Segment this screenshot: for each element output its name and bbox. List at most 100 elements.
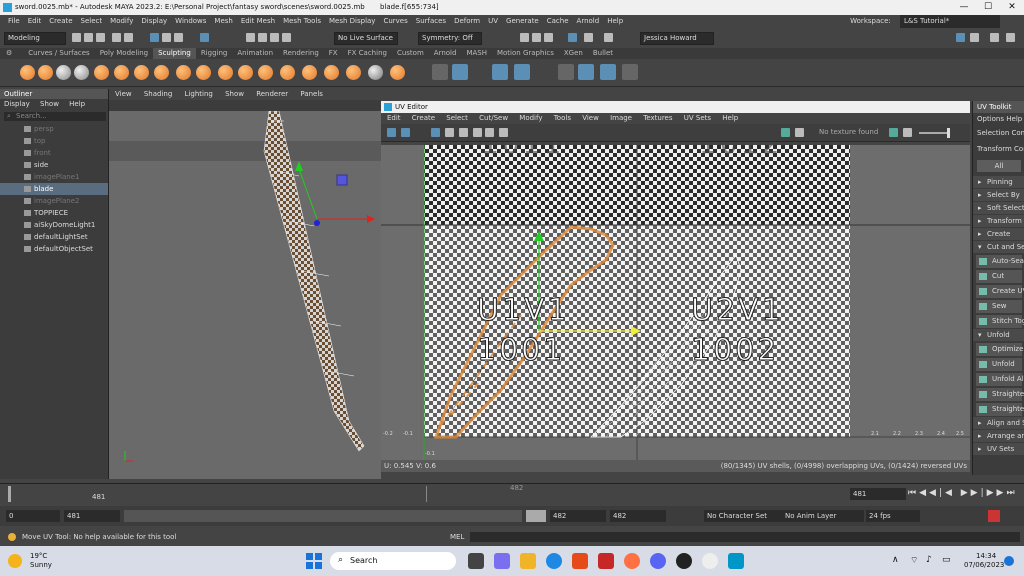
fill-tool-icon[interactable] — [258, 65, 273, 80]
uv-menu-cut-sew[interactable]: Cut/Sew — [479, 114, 508, 122]
notification-badge[interactable] — [1004, 556, 1014, 566]
discord-icon[interactable] — [650, 553, 666, 569]
shelf-tab-poly-modeling[interactable]: Poly Modeling — [95, 48, 153, 59]
save-scene-icon[interactable] — [96, 33, 105, 42]
transform-constraint[interactable]: Transform Constraint — [973, 141, 1024, 157]
shelf-tab-custom[interactable]: Custom — [392, 48, 429, 59]
teams-icon[interactable] — [494, 553, 510, 569]
uv-toolkit-section[interactable]: UV Sets — [973, 443, 1024, 455]
bulge-tool-icon[interactable] — [324, 65, 339, 80]
office-icon[interactable] — [572, 553, 588, 569]
show-hidden-icons-icon[interactable]: ∧ — [892, 555, 899, 565]
convert-to-frozen-icon[interactable] — [390, 65, 405, 80]
render-icon[interactable] — [520, 33, 529, 42]
camera-snapshot-icon[interactable] — [499, 128, 508, 137]
workspace-selector[interactable]: Workspace: L&S Tutorial* — [846, 15, 1004, 28]
uv-toolkit-section[interactable]: Soft Selection — [973, 202, 1024, 214]
menu-item-modify[interactable]: Modify — [110, 17, 133, 25]
freeze-tool-icon[interactable] — [368, 65, 383, 80]
uv-toolkit-section[interactable]: Transform — [973, 215, 1024, 227]
shelf-settings-icon[interactable]: ⚙ — [0, 48, 18, 59]
github-icon[interactable] — [676, 553, 692, 569]
redo-icon[interactable] — [124, 33, 133, 42]
spray-tool-icon[interactable] — [154, 65, 169, 80]
command-line-input[interactable] — [470, 532, 1020, 542]
fps-dropdown[interactable]: 24 fps — [866, 510, 920, 522]
uv-menu-uv-sets[interactable]: UV Sets — [684, 114, 711, 122]
camera-tool-icon[interactable] — [558, 64, 574, 80]
character-set-dropdown[interactable]: No Character Set — [704, 510, 782, 522]
time-slider[interactable]: 481 482 481 ⏮◀◀|◀ ▶▶|▶▶⏭ — [0, 483, 1024, 504]
uv-toolkit-section[interactable]: Select By — [973, 189, 1024, 201]
wax-tool-icon[interactable] — [218, 65, 233, 80]
snap-view-icon[interactable] — [270, 33, 279, 42]
menu-item-mesh[interactable]: Mesh — [214, 17, 232, 25]
mcafee-icon[interactable] — [598, 553, 614, 569]
task-view-icon[interactable] — [468, 553, 484, 569]
maya-taskbar-icon[interactable] — [728, 553, 744, 569]
uv-snapshot-icon[interactable] — [485, 128, 494, 137]
file-explorer-icon[interactable] — [520, 553, 536, 569]
outliner-item[interactable]: blade — [0, 183, 108, 195]
image-display-icon[interactable] — [781, 128, 790, 137]
scrape-tool-icon[interactable] — [238, 65, 253, 80]
sculpt-tool-icon[interactable] — [20, 65, 35, 80]
mel-label[interactable]: MEL — [450, 530, 464, 544]
snap-grid-icon[interactable] — [200, 33, 209, 42]
selection-constraint[interactable]: Selection Constraint — [973, 125, 1024, 141]
uv-toolkit-section[interactable]: Pinning — [973, 176, 1024, 188]
render-settings-icon[interactable] — [544, 33, 553, 42]
viewport-menu-renderer[interactable]: Renderer — [256, 90, 288, 98]
uv-toolkit-help[interactable]: Help — [1006, 115, 1022, 123]
uv-toolkit-button[interactable]: Straighten Shell — [976, 403, 1024, 416]
grid-display-icon[interactable] — [431, 128, 440, 137]
vector-displacement-icon[interactable] — [622, 64, 638, 80]
checker-texture-icon[interactable] — [795, 128, 804, 137]
outliner-menu-display[interactable]: Display — [4, 100, 30, 108]
menu-item-mesh-display[interactable]: Mesh Display — [329, 17, 375, 25]
range-start-field[interactable]: 481 — [64, 510, 120, 522]
anim-layer-dropdown[interactable]: No Anim Layer — [782, 510, 864, 522]
menu-item-deform[interactable]: Deform — [454, 17, 480, 25]
playblast-icon[interactable] — [584, 33, 593, 42]
uv-menu-create[interactable]: Create — [412, 114, 435, 122]
shelf-tab-mash[interactable]: MASH — [461, 48, 492, 59]
range-end-field[interactable]: 482 — [550, 510, 606, 522]
repeat-tool-icon[interactable] — [176, 65, 191, 80]
menu-item-create[interactable]: Create — [49, 17, 72, 25]
uv-toolkit-section[interactable]: Unfold — [973, 329, 1024, 341]
windows-start-icon[interactable] — [306, 553, 322, 569]
mode-dropdown[interactable]: Modeling — [4, 32, 66, 45]
checker-display-icon[interactable] — [445, 128, 454, 137]
modeling-toolkit-icon[interactable] — [956, 33, 965, 42]
menu-item-display[interactable]: Display — [141, 17, 167, 25]
shelf-tab-animation[interactable]: Animation — [232, 48, 278, 59]
relax-tool-icon[interactable] — [56, 65, 71, 80]
channel-box-icon[interactable] — [1006, 33, 1015, 42]
outliner-item[interactable]: side — [0, 159, 108, 171]
select-component-icon[interactable] — [174, 33, 183, 42]
uv-toolkit-button[interactable]: Optimize — [976, 343, 1023, 356]
open-scene-icon[interactable] — [84, 33, 93, 42]
playback-controls[interactable]: ⏮◀◀|◀ ▶▶|▶▶⏭ — [908, 488, 1018, 498]
range-slider-handle[interactable] — [526, 510, 546, 522]
new-scene-icon[interactable] — [72, 33, 81, 42]
uv-toolkit-section[interactable]: Create — [973, 228, 1024, 240]
uv-toolkit-button[interactable]: Sew — [976, 300, 1022, 313]
taskbar-search-input[interactable]: ⌕ Search — [330, 552, 456, 570]
weather-sun-icon[interactable] — [8, 554, 22, 568]
menu-item-uv[interactable]: UV — [488, 17, 498, 25]
pause-icon[interactable] — [604, 33, 613, 42]
perspective-viewport[interactable]: View Shading Lighting Show Renderer Pane… — [109, 89, 381, 479]
symmetry-dropdown[interactable]: Symmetry: Off — [418, 32, 482, 45]
object-deformer-icon[interactable] — [600, 64, 616, 80]
shelf-tab-bullet[interactable]: Bullet — [588, 48, 618, 59]
blender-icon[interactable] — [702, 553, 718, 569]
outliner-item[interactable]: TOPPIECE — [0, 207, 108, 219]
shaded-display-icon[interactable] — [459, 128, 468, 137]
uv-menu-tools[interactable]: Tools — [554, 114, 571, 122]
uv-toolkit-button[interactable]: Unfold Along — [976, 373, 1024, 386]
snap-curve-icon[interactable] — [246, 33, 255, 42]
outliner-item[interactable]: front — [0, 147, 108, 159]
viewport-menu-view[interactable]: View — [115, 90, 132, 98]
